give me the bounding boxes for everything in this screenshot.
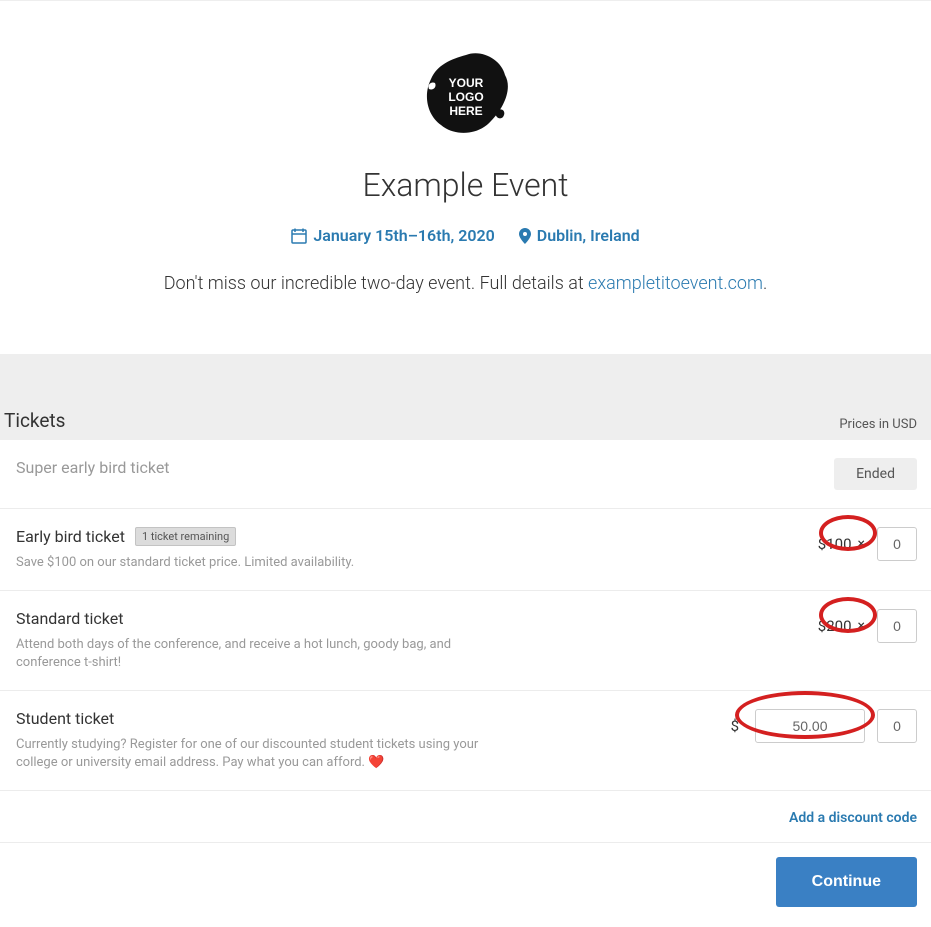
event-title: Example Event <box>20 166 911 204</box>
event-meta: January 15th–16th, 2020 Dublin, Ireland <box>20 226 911 248</box>
tickets-section: Tickets Prices in USD Super early bird t… <box>0 354 931 927</box>
ticket-name: Student ticket <box>16 709 114 728</box>
quantity-input[interactable] <box>877 709 917 743</box>
ticket-name-text: Early bird ticket <box>16 527 125 546</box>
ticket-description: Currently studying? Register for one of … <box>16 736 496 772</box>
ticket-row-student: Student ticket Currently studying? Regis… <box>0 691 931 791</box>
logo-placeholder: YOUR LOGO HERE <box>421 51 511 141</box>
continue-row: Continue <box>0 843 931 927</box>
event-desc-link[interactable]: exampletitoevent.com <box>588 273 763 294</box>
ticket-name: Early bird ticket 1 ticket remaining <box>16 527 236 546</box>
ticket-price: $100 × <box>818 535 865 553</box>
ticket-list: Super early bird ticket Ended Early bird… <box>0 440 931 927</box>
continue-button[interactable]: Continue <box>776 857 917 907</box>
tickets-header: Tickets Prices in USD <box>0 409 931 440</box>
multiply-icon: × <box>858 536 865 552</box>
logo-text-2: LOGO <box>448 90 483 104</box>
logo-text-1: YOUR <box>448 76 483 90</box>
quantity-input[interactable] <box>877 527 917 561</box>
ticket-row-super-early: Super early bird ticket Ended <box>0 440 931 509</box>
event-desc-suffix: . <box>763 273 767 294</box>
multiply-icon: × <box>858 618 865 634</box>
logo-text-3: HERE <box>449 104 482 118</box>
price-input[interactable] <box>755 709 865 743</box>
location-pin-icon <box>519 228 531 244</box>
currency-symbol: $ <box>731 717 739 735</box>
event-description: Don't miss our incredible two-day event.… <box>20 273 911 294</box>
event-header: YOUR LOGO HERE Example Event January 15t… <box>0 0 931 354</box>
ticket-price-value: $200 <box>818 617 852 635</box>
ticket-row-early-bird: Early bird ticket 1 ticket remaining Sav… <box>0 509 931 591</box>
ticket-price-value: $100 <box>818 535 852 553</box>
ticket-remaining-badge: 1 ticket remaining <box>135 527 236 546</box>
discount-code-link[interactable]: Add a discount code <box>789 810 917 826</box>
ticket-price: $200 × <box>818 617 865 635</box>
ticket-description: Save $100 on our standard ticket price. … <box>16 554 496 572</box>
event-date: January 15th–16th, 2020 <box>291 226 494 245</box>
ticket-row-standard: Standard ticket Attend both days of the … <box>0 591 931 691</box>
calendar-icon <box>291 228 307 244</box>
ticket-description: Attend both days of the conference, and … <box>16 636 496 672</box>
tickets-title: Tickets <box>4 409 65 432</box>
event-location: Dublin, Ireland <box>519 226 640 245</box>
event-location-text: Dublin, Ireland <box>537 226 640 245</box>
prices-in-label: Prices in USD <box>839 417 917 432</box>
ended-badge: Ended <box>834 458 917 490</box>
logo-wrap: YOUR LOGO HERE <box>20 51 911 141</box>
ticket-name: Standard ticket <box>16 609 123 628</box>
ticket-desc-prefix: Currently studying? Register for one of … <box>16 737 478 770</box>
event-desc-prefix: Don't miss our incredible two-day event.… <box>164 273 588 294</box>
discount-row: Add a discount code <box>0 791 931 843</box>
quantity-input[interactable] <box>877 609 917 643</box>
ticket-name: Super early bird ticket <box>16 458 170 477</box>
event-date-text: January 15th–16th, 2020 <box>313 226 494 245</box>
heart-icon: ❤️ <box>368 755 384 770</box>
